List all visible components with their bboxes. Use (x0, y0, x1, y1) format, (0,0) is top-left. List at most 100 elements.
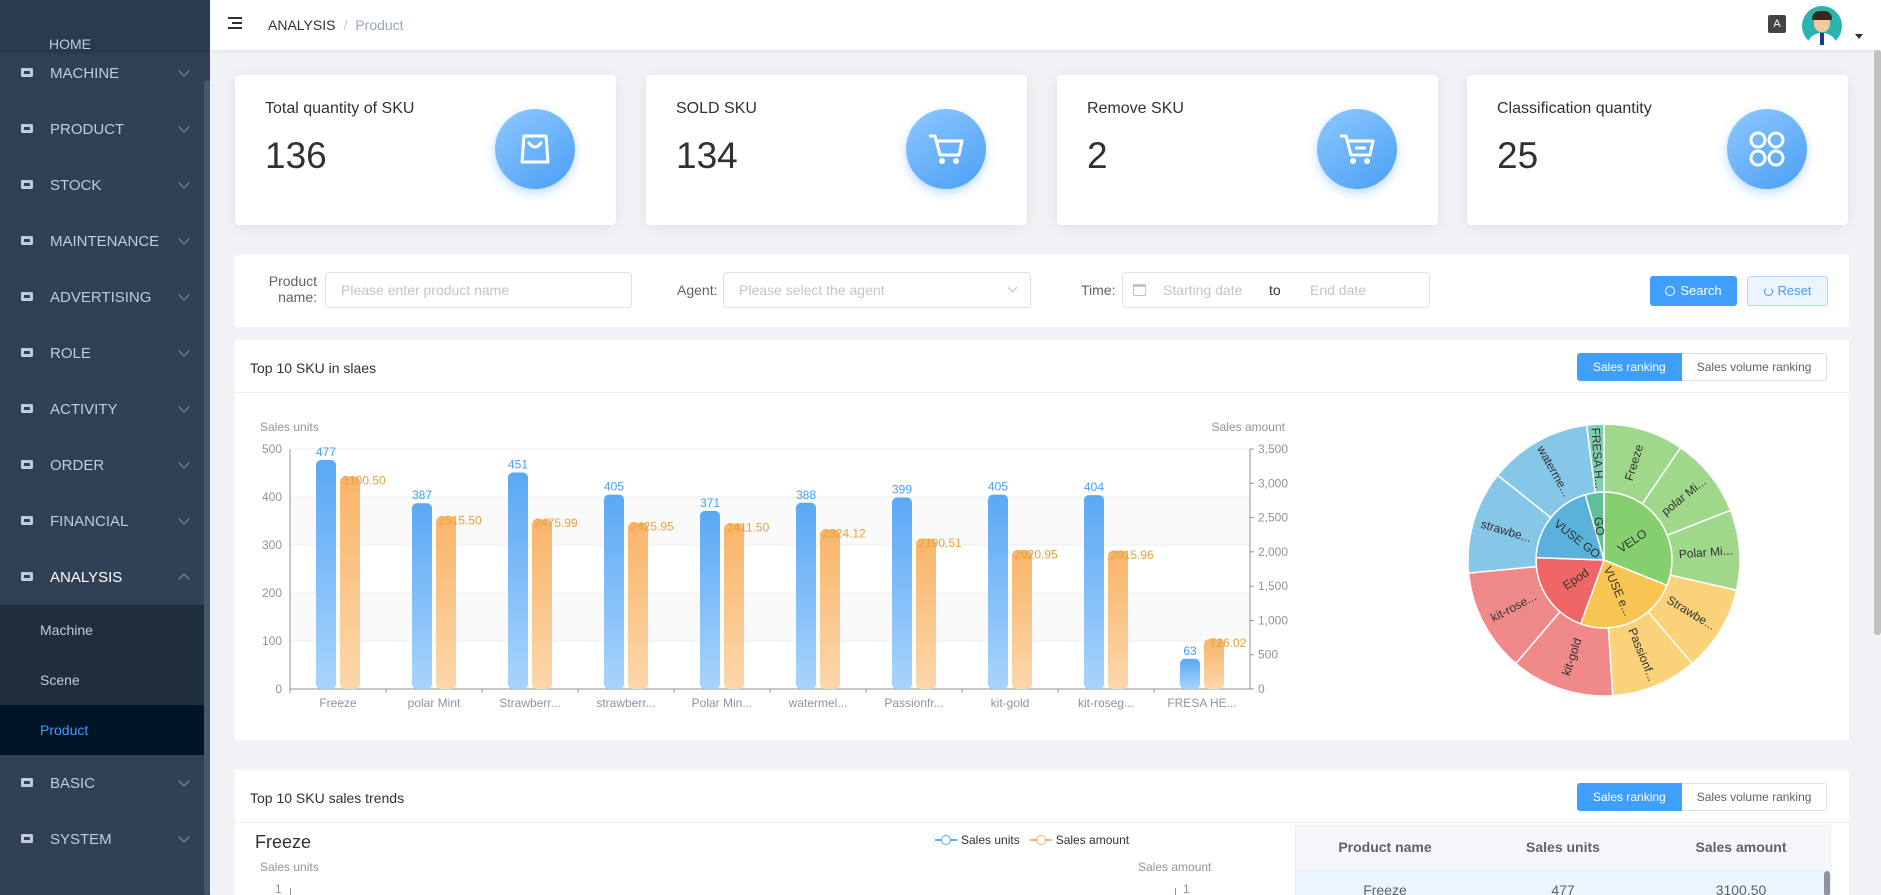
top10-sku-panel: Top 10 SKU in slaes Sales ranking Sales … (235, 340, 1849, 740)
line-marker-orange-icon (1029, 835, 1052, 845)
data-label-units: 405 (604, 480, 624, 494)
bar-sales-units (604, 494, 624, 689)
submenu-item-product[interactable]: Product (0, 705, 210, 755)
trend-y-left-label: Sales units (260, 860, 319, 874)
agent-select[interactable]: Please select the agent (723, 272, 1031, 308)
chevron-down-icon (178, 401, 190, 413)
product-name-label: Product name: (268, 273, 317, 305)
chevron-down-icon (178, 775, 190, 787)
sidebar-item-basic[interactable]: BASIC (0, 755, 210, 811)
sidebar-item-machine[interactable]: MACHINE (0, 45, 210, 101)
x-tick-label: kit-roseg... (1078, 696, 1134, 710)
stat-card: Remove SKU 2 (1057, 75, 1438, 225)
bar-sales-units (508, 472, 528, 689)
panel-title-trends: Top 10 SKU sales trends (250, 790, 405, 806)
chevron-down-icon (178, 513, 190, 525)
page-scrollbar[interactable] (1874, 50, 1881, 635)
y-tick-right: 0 (1258, 682, 1265, 696)
sidebar-item-product[interactable]: PRODUCT (0, 101, 210, 157)
product-name-input[interactable]: Please enter product name (325, 272, 632, 308)
breadcrumb-root[interactable]: ANALYSIS (268, 17, 335, 33)
cart-remove-icon (1317, 109, 1397, 189)
analysis-submenu: Machine Scene Product (0, 605, 210, 755)
sidebar-item-label: ADVERTISING (50, 288, 152, 306)
chevron-down-icon (178, 457, 190, 469)
stat-card-value: 134 (676, 135, 738, 176)
chevron-down-icon (178, 345, 190, 357)
y-axis-label-left: Sales units (260, 420, 319, 434)
data-label-units: 405 (988, 480, 1008, 494)
line-marker-blue-icon (935, 835, 957, 845)
chevron-down-icon (178, 177, 190, 189)
y-tick-left: 100 (262, 634, 282, 648)
table-scrollbar[interactable] (1824, 871, 1830, 895)
bar-sales-amount (1108, 550, 1128, 689)
trend-y-right-label: Sales amount (1138, 860, 1212, 874)
bar-sales-units (1084, 495, 1104, 689)
x-tick-label: polar Mint (408, 696, 461, 710)
sidebar-item-analysis[interactable]: ANALYSIS (0, 549, 210, 605)
y-tick-left: 300 (262, 538, 282, 552)
sidebar-item-stock[interactable]: STOCK (0, 157, 210, 213)
pie-icon (20, 570, 34, 584)
sidebar-item-label: MACHINE (50, 64, 120, 82)
data-label-units: 404 (1084, 480, 1104, 494)
col-sales-amount: Sales amount (1695, 839, 1787, 855)
bar-sales-amount (820, 529, 840, 689)
sales-ranking-tab[interactable]: Sales ranking (1577, 353, 1682, 381)
submenu-item-machine[interactable]: Machine (0, 605, 210, 655)
sidebar: HOME MACHINE PRODUCT STOCK MAINTENANCE ADVER… (0, 0, 210, 895)
sidebar-item-label: ACTIVITY (50, 400, 118, 418)
language-icon[interactable]: A (1768, 15, 1786, 33)
y-tick-right: 1,500 (1258, 579, 1288, 593)
sidebar-top-partial[interactable]: HOME (0, 0, 210, 52)
monitor-icon (20, 66, 34, 80)
sales-trends-panel: Top 10 SKU sales trends Sales ranking Sa… (235, 770, 1849, 895)
data-label-units: 371 (700, 496, 720, 510)
sidebar-item-role[interactable]: ROLE (0, 325, 210, 381)
avatar[interactable] (1802, 6, 1842, 46)
search-button[interactable]: Search (1650, 276, 1737, 306)
bar-sales-amount (916, 538, 936, 689)
legend-sales-units[interactable]: Sales units (935, 833, 1020, 847)
x-tick-label: strawberr... (596, 696, 655, 710)
data-label-units: 387 (412, 488, 432, 502)
date-range-picker[interactable]: Starting date to End date (1122, 272, 1430, 308)
y-tick-right: 3,500 (1258, 442, 1288, 456)
product-icon (20, 122, 34, 136)
sales-volume-ranking-tab[interactable]: Sales volume ranking (1681, 353, 1828, 381)
gear-icon (20, 832, 34, 846)
chevron-up-icon (178, 573, 190, 585)
sidebar-item-order[interactable]: ORDER (0, 437, 210, 493)
sidebar-item-activity[interactable]: ACTIVITY (0, 381, 210, 437)
inner-label: GO (1591, 516, 1607, 536)
trends-sales-ranking-tab[interactable]: Sales ranking (1577, 783, 1682, 811)
submenu-item-scene[interactable]: Scene (0, 655, 210, 705)
sidebar-item-label: PRODUCT (50, 120, 125, 138)
bar-sales-units (316, 460, 336, 689)
bar-sales-units (1180, 658, 1200, 689)
sidebar-item-label: SYSTEM (50, 830, 112, 848)
search-icon (1665, 286, 1676, 296)
caret-down-icon[interactable] (1855, 34, 1863, 39)
sidebar-item-maintenance[interactable]: MAINTENANCE (0, 213, 210, 269)
sidebar-scrollbar[interactable] (204, 80, 210, 895)
trends-sales-volume-ranking-tab[interactable]: Sales volume ranking (1681, 783, 1828, 811)
end-date-input[interactable]: End date (1310, 273, 1366, 307)
hamburger-icon[interactable] (228, 17, 244, 31)
data-label-amount: 2425.95 (630, 520, 674, 534)
reset-button[interactable]: Reset (1747, 276, 1828, 306)
sidebar-item-advertising[interactable]: ADVERTISING (0, 269, 210, 325)
sidebar-item-financial[interactable]: FINANCIAL (0, 493, 210, 549)
time-label: Time: (1081, 282, 1116, 298)
data-label-amount: 3100.50 (342, 473, 386, 487)
start-date-input[interactable]: Starting date (1163, 273, 1242, 307)
data-label-amount: 2324.12 (822, 527, 866, 541)
date-range-separator: to (1269, 282, 1281, 298)
legend-sales-amount[interactable]: Sales amount (1029, 833, 1129, 847)
table-row[interactable]: Freeze 477 3100.50 (1296, 869, 1830, 895)
sidebar-item-system[interactable]: SYSTEM (0, 811, 210, 867)
data-label-amount: 2020.95 (1014, 547, 1058, 561)
breadcrumb-current: Product (355, 17, 404, 33)
bar-sales-amount (628, 522, 648, 689)
